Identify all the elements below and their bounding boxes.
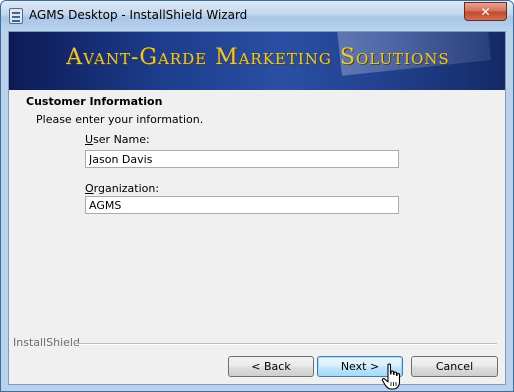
- title-bar[interactable]: AGMS Desktop - InstallShield Wizard ✕: [1, 1, 513, 31]
- wizard-window: AGMS Desktop - InstallShield Wizard ✕ Av…: [0, 0, 514, 392]
- app-icon[interactable]: [9, 8, 23, 24]
- installshield-brand: InstallShield: [13, 336, 80, 349]
- hand-cursor-icon: [381, 363, 401, 390]
- footer-divider: [75, 343, 497, 345]
- username-label-accelerator: U: [85, 133, 94, 146]
- organization-label: Organization:: [85, 182, 159, 195]
- close-icon: ✕: [480, 5, 491, 19]
- username-input[interactable]: [85, 150, 399, 168]
- organization-label-text: rganization:: [93, 182, 160, 195]
- window-title: AGMS Desktop - InstallShield Wizard: [29, 8, 248, 22]
- section-title: Customer Information: [26, 95, 163, 108]
- section-header: Customer Information Please enter your i…: [9, 90, 505, 126]
- username-label: User Name:: [85, 133, 150, 146]
- cancel-button[interactable]: Cancel: [411, 356, 498, 377]
- banner-title: Avant-Garde Marketing Solutions: [66, 45, 450, 70]
- banner: Avant-Garde Marketing Solutions: [9, 32, 505, 90]
- section-subtitle: Please enter your information.: [36, 113, 204, 126]
- organization-label-accelerator: O: [85, 182, 94, 195]
- organization-input[interactable]: [85, 196, 399, 214]
- username-label-text: ser Name:: [93, 133, 150, 146]
- back-button[interactable]: < Back: [228, 356, 314, 377]
- close-button[interactable]: ✕: [464, 2, 507, 21]
- wizard-body: Avant-Garde Marketing Solutions Customer…: [8, 31, 506, 390]
